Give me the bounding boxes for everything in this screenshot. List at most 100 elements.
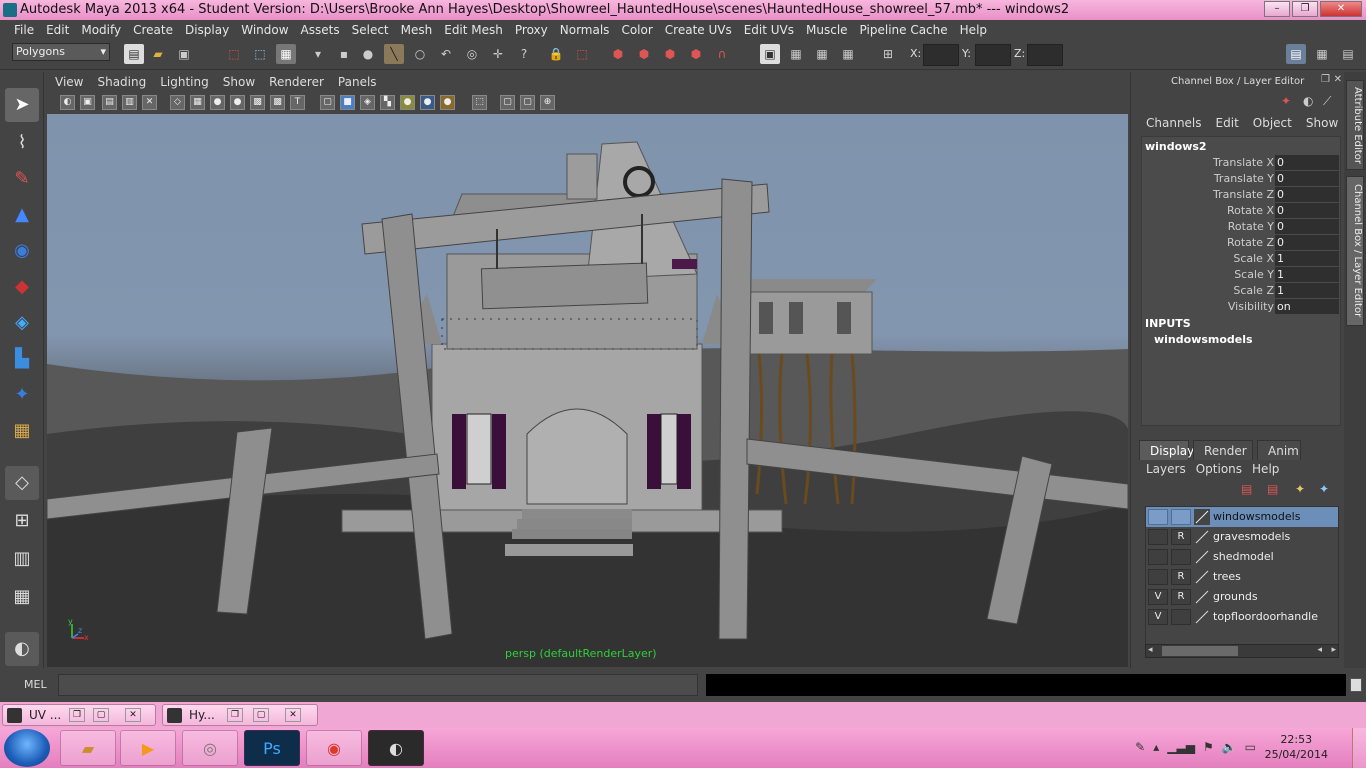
layer-display-type-toggle[interactable]: R (1171, 569, 1191, 585)
texture-icon[interactable]: T (290, 95, 305, 110)
show-channel-box-icon[interactable]: ▤ (1286, 44, 1306, 64)
smooth-shade-icon[interactable]: ● (210, 95, 225, 110)
render-current-frame-icon[interactable]: ⬢ (608, 44, 628, 64)
channel-row[interactable]: Translate X0 (1142, 155, 1340, 171)
highlight-selection-icon[interactable]: ⬚ (572, 44, 592, 64)
maya-logo-icon[interactable]: ◐ (5, 632, 39, 666)
command-input[interactable] (58, 674, 698, 696)
channel-value[interactable]: 1 (1275, 283, 1339, 298)
minimized-uv-editor[interactable]: UV ... ❐ ▢ ✕ (2, 704, 156, 726)
hypershade-icon[interactable]: ⬢ (686, 44, 706, 64)
clock[interactable]: 22:53 25/04/2014 (1265, 732, 1328, 762)
single-perspective-layout-icon[interactable]: ◇ (5, 466, 39, 500)
close-icon[interactable]: ✕ (125, 708, 141, 722)
isolate-select-icon[interactable]: ⬚ (472, 95, 487, 110)
layer-color-icon[interactable] (1194, 509, 1210, 525)
menu-muscle[interactable]: Muscle (800, 23, 854, 37)
options-menu[interactable]: Options (1191, 462, 1247, 476)
layer-display-type-toggle[interactable]: R (1171, 589, 1191, 605)
select-tool-icon[interactable]: ➤ (5, 88, 39, 122)
layer-row[interactable]: windowsmodels (1146, 507, 1338, 527)
channel-row[interactable]: Rotate X0 (1142, 203, 1340, 219)
channel-value[interactable]: 0 (1275, 171, 1339, 186)
minimize-button[interactable]: – (1264, 1, 1290, 17)
media-player-icon[interactable]: ▶ (120, 730, 176, 766)
perspective-viewport[interactable] (47, 114, 1128, 667)
snap-point-icon[interactable]: ● (358, 44, 378, 64)
render-view-icon[interactable]: ▣ (760, 44, 780, 64)
pen-input-icon[interactable]: ✎ (1135, 740, 1145, 754)
render-settings-icon[interactable]: ⬢ (660, 44, 680, 64)
panel-close-icon[interactable]: ✕ (1334, 74, 1342, 85)
close-button[interactable]: ✕ (1320, 1, 1362, 17)
layer-visibility-toggle[interactable]: V (1148, 609, 1168, 625)
channel-value[interactable]: 0 (1275, 155, 1339, 170)
lasso-tool-icon[interactable]: ⌇ (5, 126, 39, 160)
magnet-icon[interactable]: ∩ (712, 44, 732, 64)
save-scene-icon[interactable]: ▣ (174, 44, 194, 64)
show-attr-editor-icon[interactable]: ▤ (1338, 44, 1358, 64)
channel-row[interactable]: Scale X1 (1142, 251, 1340, 267)
layer-visibility-toggle[interactable]: V (1148, 589, 1168, 605)
scroll-right-end-icon[interactable]: ▸ (1331, 645, 1336, 655)
menu-help[interactable]: Help (954, 23, 993, 37)
close-icon[interactable]: ✕ (285, 708, 301, 722)
channel-edit-menu[interactable]: Edit (1209, 116, 1246, 130)
tab-channel-box-layer-editor[interactable]: Channel Box / Layer Editor (1346, 176, 1364, 326)
script-editor-icon[interactable] (1350, 678, 1362, 692)
channel-row[interactable]: Visibility on (1142, 299, 1340, 315)
channel-show-menu[interactable]: Show (1299, 116, 1345, 130)
layers-menu[interactable]: Layers (1141, 462, 1191, 476)
layer-visibility-toggle[interactable] (1148, 529, 1168, 545)
start-button[interactable] (4, 729, 50, 767)
layer-color-icon[interactable] (1194, 569, 1210, 585)
network-icon[interactable]: ▁▃▅ (1167, 740, 1195, 754)
layer-color-icon[interactable] (1194, 609, 1210, 625)
layer-visibility-toggle[interactable] (1148, 569, 1168, 585)
channel-value[interactable]: on (1275, 299, 1339, 314)
default-material-icon[interactable]: ▢ (520, 95, 535, 110)
file-explorer-icon[interactable]: ▰ (60, 730, 116, 766)
layer-row[interactable]: V topfloordoorhandle (1146, 607, 1338, 627)
tab-anim[interactable]: Anim (1257, 440, 1301, 460)
minimized-hypershade[interactable]: Hy... ❐ ▢ ✕ (162, 704, 318, 726)
viewport-menu-lighting[interactable]: Lighting (153, 75, 216, 89)
open-scene-icon[interactable]: ▰ (148, 44, 168, 64)
layer-row[interactable]: R gravesmodels (1146, 527, 1338, 547)
layer-color-icon[interactable] (1194, 589, 1210, 605)
layer-row[interactable]: shedmodel (1146, 547, 1338, 567)
channel-row[interactable]: Scale Z1 (1142, 283, 1340, 299)
battery-icon[interactable]: ▭ (1245, 740, 1256, 754)
snap-view-plane-icon[interactable]: ╲ (384, 44, 404, 64)
disk-utility-icon[interactable]: ◎ (182, 730, 238, 766)
menu-edit-mesh[interactable]: Edit Mesh (438, 23, 509, 37)
menu-select[interactable]: Select (346, 23, 395, 37)
layer-list-scrollbar[interactable]: ◂ ◂ ▸ (1145, 644, 1339, 658)
make-live-icon[interactable]: ○ (410, 44, 430, 64)
y-field[interactable] (975, 44, 1011, 66)
show-desktop-button[interactable] (1352, 728, 1366, 768)
channel-row[interactable]: Rotate Z0 (1142, 235, 1340, 251)
layer-row[interactable]: R trees (1146, 567, 1338, 587)
select-hierarchy-icon[interactable]: ⬚ (224, 44, 244, 64)
universal-manipulator-icon[interactable]: ◈ (5, 306, 39, 340)
viewport-menu-renderer[interactable]: Renderer (262, 75, 331, 89)
viewport-menu-show[interactable]: Show (216, 75, 262, 89)
channel-value[interactable]: 1 (1275, 267, 1339, 282)
xray-active-icon[interactable]: ▢ (500, 95, 515, 110)
menu-file[interactable]: File (8, 23, 40, 37)
transform-mode-icon[interactable]: ⊞ (878, 44, 898, 64)
wireframe-on-shaded-icon[interactable]: ◈ (360, 95, 375, 110)
new-empty-layer-icon[interactable]: ✦ (1295, 482, 1305, 496)
scroll-right-icon[interactable]: ◂ (1317, 645, 1322, 655)
speed-icon[interactable]: ◐ (1303, 94, 1313, 108)
move-layer-up-icon[interactable]: ▤ (1241, 482, 1252, 496)
menu-modify[interactable]: Modify (75, 23, 127, 37)
ipr-render-icon[interactable]: ⬢ (634, 44, 654, 64)
menu-pipeline-cache[interactable]: Pipeline Cache (854, 23, 954, 37)
viewport-menu-panels[interactable]: Panels (331, 75, 384, 89)
viewport-menu-shading[interactable]: Shading (90, 75, 153, 89)
x-field[interactable] (923, 44, 959, 66)
curve-icon[interactable]: ↶ (436, 44, 456, 64)
image-plane-icon[interactable]: ▤ (102, 95, 117, 110)
